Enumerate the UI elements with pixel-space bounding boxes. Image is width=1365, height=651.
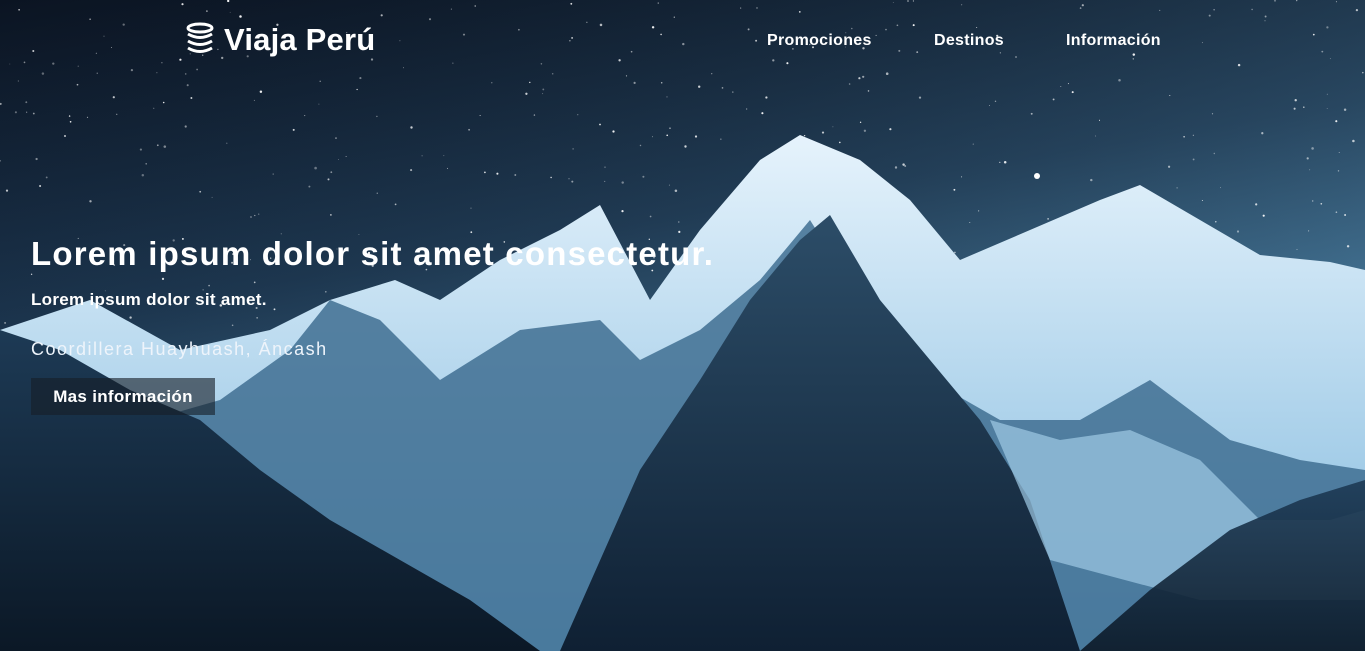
more-info-button[interactable]: Mas información bbox=[31, 378, 215, 415]
top-navbar: Viaja Perú Promociones Destinos Informac… bbox=[0, 0, 1365, 82]
nav-link-promociones[interactable]: Promociones bbox=[767, 30, 872, 52]
hero-title: Lorem ipsum dolor sit amet consectetur. bbox=[31, 235, 715, 272]
hero-subtitle: Lorem ipsum dolor sit amet. bbox=[31, 290, 267, 309]
hero-background bbox=[0, 0, 1365, 651]
hero-location: Coordillera Huayhuash, Áncash bbox=[31, 339, 328, 359]
nav-link-informacion[interactable]: Información bbox=[1066, 30, 1161, 52]
nav-link-destinos[interactable]: Destinos bbox=[934, 30, 1004, 52]
main-nav: Promociones Destinos Información bbox=[0, 30, 1365, 52]
